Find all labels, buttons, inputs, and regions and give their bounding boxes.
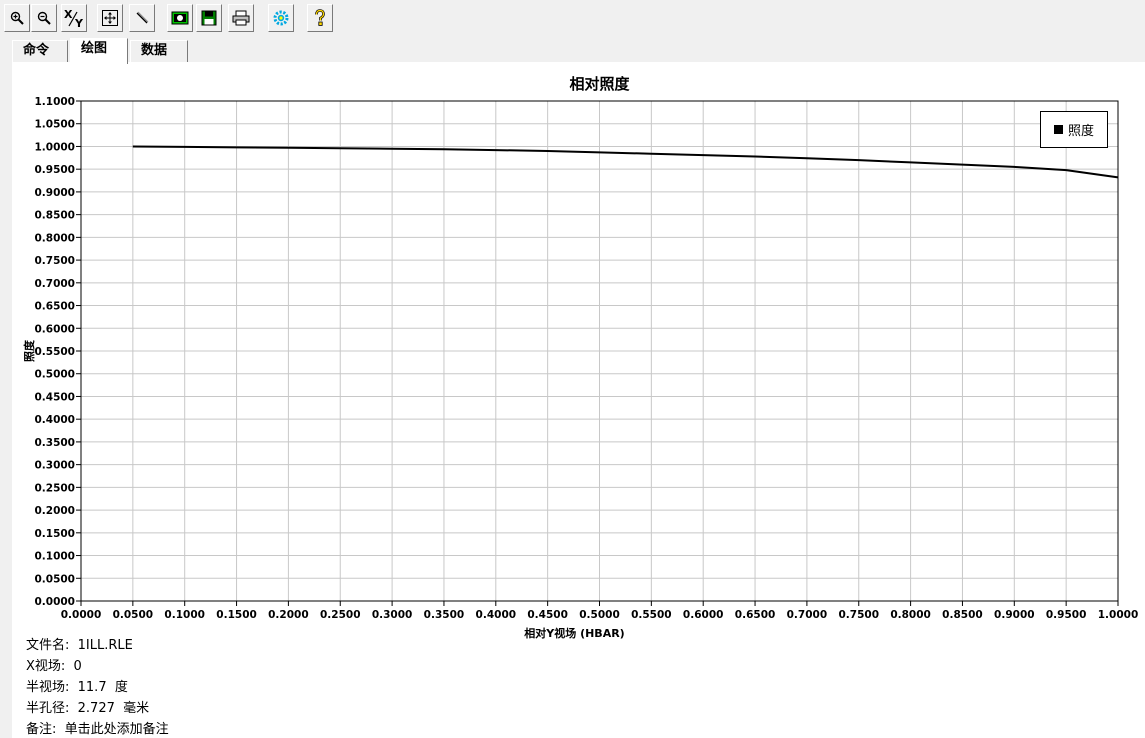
- y-tick-label: 0.4500: [34, 391, 75, 403]
- chart-legend: 照度: [1040, 111, 1108, 148]
- info-xfield: X视场: 0: [26, 655, 82, 674]
- x-tick-label: 0.3000: [372, 609, 413, 621]
- x-tick-label: 0.5000: [579, 609, 620, 621]
- x-tick-label: 0.8000: [890, 609, 931, 621]
- y-tick-label: 0.3000: [34, 460, 75, 472]
- x-tick-label: 0.9500: [1046, 609, 1087, 621]
- y-tick-label: 0.0500: [34, 573, 75, 585]
- info-xfield-text: X视场: 0: [26, 659, 82, 674]
- y-tick-label: 0.5000: [34, 369, 75, 381]
- info-halffield: 半视场: 11.7 度: [26, 676, 128, 695]
- y-axis-label: 照度: [22, 339, 36, 362]
- x-tick-label: 0.9000: [994, 609, 1035, 621]
- y-tick-label: 0.3500: [34, 437, 75, 449]
- chart-title: 相对照度: [569, 75, 630, 93]
- info-halffield-text: 半视场: 11.7 度: [26, 680, 128, 695]
- y-tick-label: 0.9500: [34, 164, 75, 176]
- y-tick-label: 0.8000: [34, 232, 75, 244]
- x-tick-label: 0.1000: [164, 609, 205, 621]
- legend-swatch: [1053, 125, 1063, 134]
- legend-label: 照度: [1067, 124, 1094, 139]
- tab-plot[interactable]: 绘图: [70, 38, 128, 64]
- x-tick-label: 0.7000: [787, 609, 828, 621]
- relative-illumination-chart: 0.0000 0.0500 0.1000 0.1500 0.2000 0.2500 0.30…: [22, 75, 1139, 640]
- y-tick-label: 0.7500: [34, 255, 75, 267]
- y-tick-label: 0.8500: [34, 210, 75, 222]
- info-halfaperture: 半孔径: 2.727 毫米: [26, 697, 149, 716]
- y-tick-label: 1.1000: [34, 96, 75, 108]
- y-tick-label: 0.1000: [34, 551, 75, 563]
- y-tick-label: 0.5500: [34, 346, 75, 358]
- series-line: [132, 145, 1119, 179]
- y-tick-label: 0.2000: [34, 505, 75, 517]
- x-tick-label: 0.4500: [527, 609, 568, 621]
- x-tick-label: 0.8500: [942, 609, 983, 621]
- info-filename: 文件名: 1ILL.RLE: [26, 634, 133, 653]
- x-axis-label: 相对Y视场 (HBAR): [524, 626, 624, 640]
- x-tick-label: 0.5500: [631, 609, 672, 621]
- y-tick-label: 0.6500: [34, 301, 75, 313]
- info-filename-text: 文件名: 1ILL.RLE: [26, 638, 133, 653]
- chart-series: [132, 145, 1119, 179]
- info-halfaperture-text: 半孔径: 2.727 毫米: [26, 701, 150, 716]
- y-tick-label: 0.1500: [34, 528, 75, 540]
- y-tick-label: 0.9000: [34, 187, 75, 199]
- y-tick-label: 0.7000: [34, 278, 75, 290]
- x-axis-ticks: 0.0000 0.0500 0.1000 0.1500 0.2000 0.2500 0.30…: [61, 601, 1139, 621]
- chart-grid: [81, 101, 1118, 601]
- y-tick-label: 0.0000: [34, 596, 75, 608]
- x-tick-label: 0.4000: [476, 609, 517, 621]
- x-tick-label: 0.0500: [113, 609, 154, 621]
- x-tick-label: 0.6500: [735, 609, 776, 621]
- y-tick-label: 0.4000: [34, 414, 75, 426]
- y-tick-label: 0.6000: [34, 323, 75, 335]
- y-tick-label: 0.2500: [34, 482, 75, 494]
- x-tick-label: 0.1500: [216, 609, 257, 621]
- x-tick-label: 0.7500: [838, 609, 879, 621]
- y-tick-label: 1.0000: [34, 141, 75, 153]
- info-note[interactable]: 备注: 单击此处添加备注: [26, 718, 169, 737]
- x-tick-label: 0.2000: [268, 609, 309, 621]
- y-tick-label: 1.0500: [34, 119, 75, 131]
- x-tick-label: 0.2500: [320, 609, 361, 621]
- x-tick-label: 0.0000: [61, 609, 102, 621]
- x-tick-label: 0.3500: [424, 609, 465, 621]
- y-axis-ticks: 0.0000 0.0500 0.1000 0.1500 0.2000 0.2500 0.30…: [34, 96, 81, 608]
- x-tick-label: 0.6000: [683, 609, 724, 621]
- info-note-text[interactable]: 备注: 单击此处添加备注: [26, 722, 169, 737]
- x-tick-label: 1.0000: [1098, 609, 1139, 621]
